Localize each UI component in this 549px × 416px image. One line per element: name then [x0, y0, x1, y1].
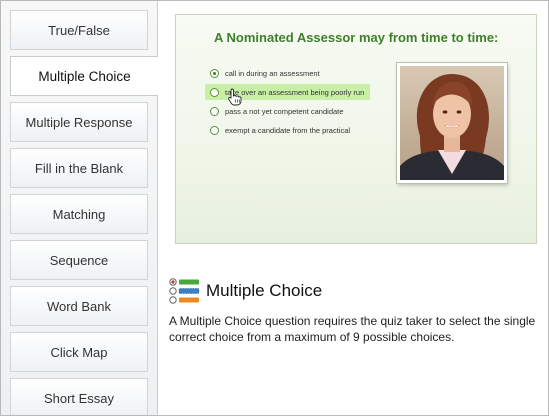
multiple-choice-icon — [169, 278, 200, 304]
question-type-description: A Multiple Choice question requires the … — [169, 314, 536, 344]
hand-cursor-icon — [228, 88, 242, 106]
preview-question-text: A Nominated Assessor may from time to ti… — [214, 30, 499, 45]
tab-short-essay[interactable]: Short Essay — [10, 378, 148, 415]
radio-icon — [210, 106, 219, 116]
tab-word-bank[interactable]: Word Bank — [10, 286, 148, 326]
question-type-sidebar: True/False Multiple Choice Multiple Resp… — [1, 1, 158, 415]
tab-sequence[interactable]: Sequence — [10, 240, 148, 280]
preview-option: exempt a candidate from the practical — [210, 122, 350, 138]
tab-matching[interactable]: Matching — [10, 194, 148, 234]
radio-icon — [210, 87, 219, 97]
tab-click-map[interactable]: Click Map — [10, 332, 148, 372]
preview-option: call in during an assessment — [210, 65, 320, 81]
tab-true-false[interactable]: True/False — [10, 10, 148, 50]
tab-multiple-response[interactable]: Multiple Response — [10, 102, 148, 142]
question-preview: A Nominated Assessor may from time to ti… — [175, 14, 537, 244]
question-type-title: Multiple Choice — [206, 281, 323, 300]
question-type-panel: True/False Multiple Choice Multiple Resp… — [0, 0, 549, 416]
tab-multiple-choice[interactable]: Multiple Choice — [10, 56, 158, 96]
tab-fill-in-the-blank[interactable]: Fill in the Blank — [10, 148, 148, 188]
radio-selected-icon — [210, 68, 219, 78]
radio-icon — [210, 125, 219, 135]
assessor-photo — [397, 63, 507, 183]
